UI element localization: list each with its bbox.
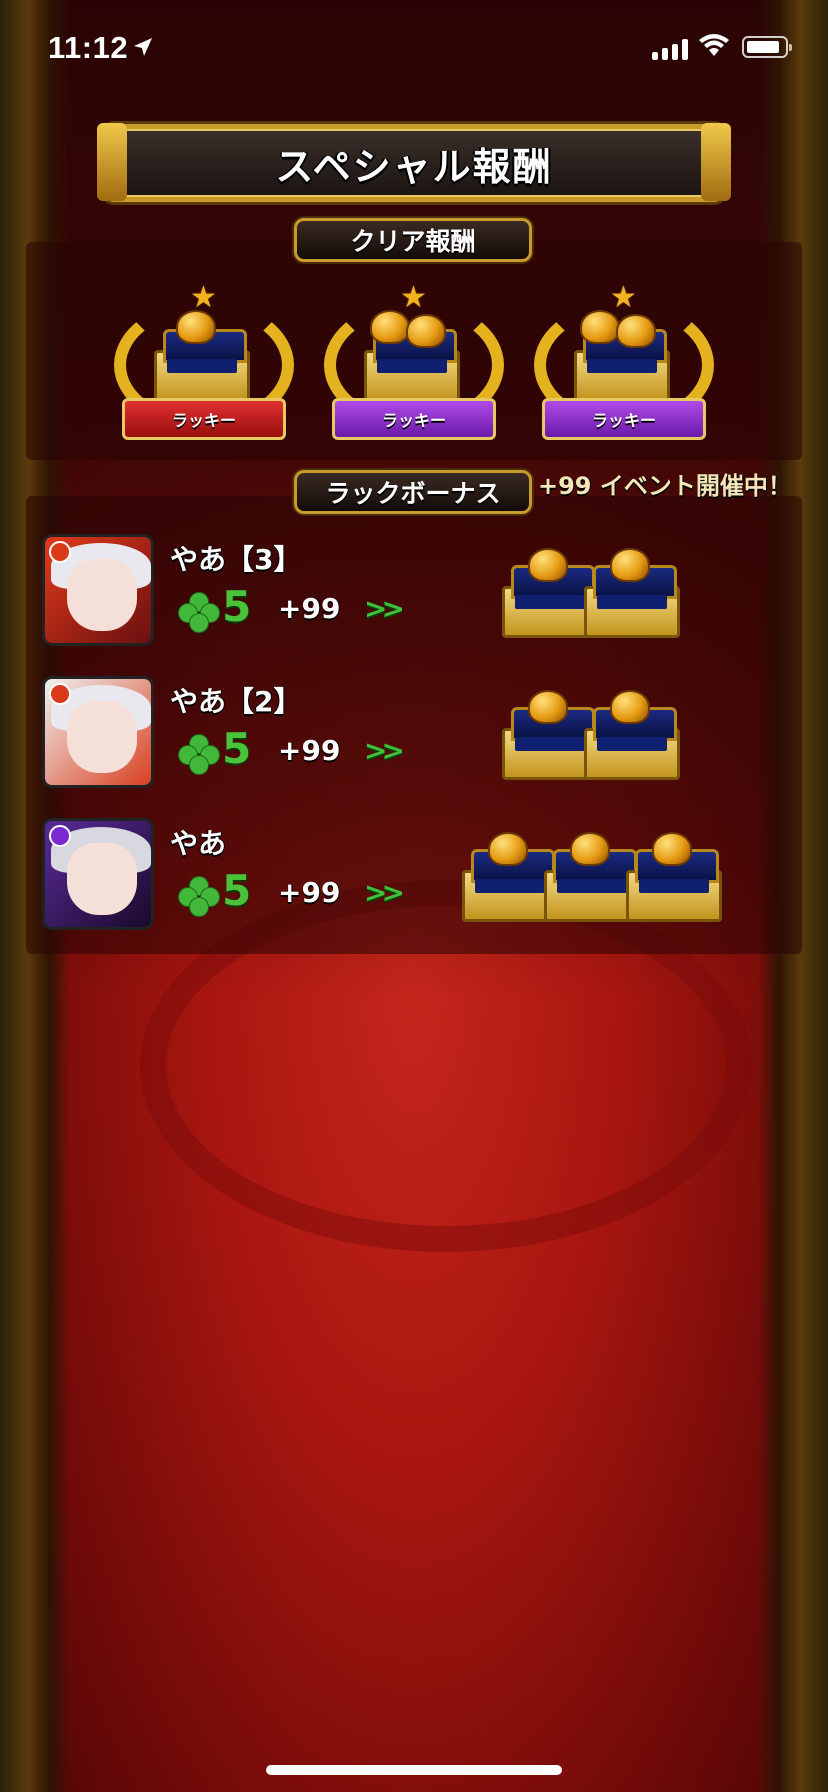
- treasure-chest-icon: [154, 329, 250, 402]
- title-banner: スペシャル報酬: [97, 123, 731, 202]
- gold-orb-icon: [176, 310, 216, 344]
- wifi-icon: [699, 34, 729, 56]
- reward-badge-1[interactable]: ★ ラッキー: [106, 280, 302, 460]
- avatar-face: [67, 843, 137, 915]
- treasure-chest-icon: [364, 329, 460, 402]
- gold-orb-icon: [616, 314, 656, 348]
- bonus-row-3[interactable]: やあ 5 +99 >>: [42, 818, 762, 930]
- reward-chests: [462, 828, 762, 928]
- character-avatar[interactable]: [42, 818, 154, 930]
- fire-attribute-icon: [49, 683, 71, 705]
- gold-orb-icon: [610, 548, 650, 582]
- star-icon: ★: [610, 280, 637, 315]
- treasure-chest-icon: [584, 565, 680, 638]
- dark-attribute-icon: [49, 825, 71, 847]
- banner-cap-right: [701, 123, 731, 201]
- gold-orb-icon: [570, 832, 610, 866]
- clover-icon: [178, 592, 220, 633]
- gold-orb-icon: [528, 548, 568, 582]
- treasure-chest-icon: [574, 329, 670, 402]
- gold-orb-icon: [406, 314, 446, 348]
- gold-orb-icon: [528, 690, 568, 724]
- bonus-row-1[interactable]: やあ【3】 5 +99 >>: [42, 534, 762, 646]
- clover-icon: [178, 876, 220, 917]
- location-arrow-icon: [134, 38, 152, 56]
- character-avatar[interactable]: [42, 676, 154, 788]
- fire-attribute-icon: [49, 541, 71, 563]
- player-name: やあ【3】: [170, 543, 302, 576]
- star-icon: ★: [400, 280, 427, 315]
- gold-orb-icon: [370, 310, 410, 344]
- luck-value: 5: [222, 724, 252, 773]
- clear-reward-label: クリア報酬: [294, 218, 532, 262]
- character-avatar[interactable]: [42, 534, 154, 646]
- gold-orb-icon: [488, 832, 528, 866]
- gold-orb-icon: [652, 832, 692, 866]
- treasure-chest-icon: [584, 707, 680, 780]
- event-note: +99 イベント開催中！: [538, 472, 792, 500]
- bonus-value: +99: [278, 592, 341, 625]
- reward-badge-2[interactable]: ★ ラッキー: [316, 280, 512, 460]
- player-name: やあ: [170, 827, 227, 860]
- double-chevron-right-icon: >>: [364, 592, 405, 625]
- player-name: やあ【2】: [170, 685, 302, 718]
- reward-ribbon: ラッキー: [122, 398, 286, 440]
- reward-ribbon: ラッキー: [332, 398, 496, 440]
- battery-icon: [742, 36, 792, 58]
- luck-value: 5: [222, 866, 252, 915]
- banner-cap-left: [97, 123, 127, 201]
- avatar-face: [67, 701, 137, 773]
- clover-icon: [178, 734, 220, 775]
- bonus-row-2[interactable]: やあ【2】 5 +99 >>: [42, 676, 762, 788]
- cellular-signal-icon: [652, 38, 688, 60]
- treasure-chest-icon: [626, 849, 722, 922]
- double-chevron-right-icon: >>: [364, 734, 405, 767]
- home-indicator[interactable]: [266, 1765, 562, 1775]
- double-chevron-right-icon: >>: [364, 876, 405, 909]
- reward-badge-3[interactable]: ★ ラッキー: [526, 280, 722, 460]
- status-time: 11:12: [48, 30, 129, 65]
- reward-chests: [502, 544, 732, 644]
- reward-ribbon: ラッキー: [542, 398, 706, 440]
- avatar-face: [67, 559, 137, 631]
- status-bar: 11:12: [0, 0, 828, 100]
- page-title: スペシャル報酬: [275, 144, 553, 189]
- luck-bonus-label: ラックボーナス: [294, 470, 532, 514]
- gold-orb-icon: [610, 690, 650, 724]
- luck-value: 5: [222, 582, 252, 631]
- bonus-value: +99: [278, 876, 341, 909]
- bonus-value: +99: [278, 734, 341, 767]
- reward-chests: [502, 686, 732, 786]
- gold-orb-icon: [580, 310, 620, 344]
